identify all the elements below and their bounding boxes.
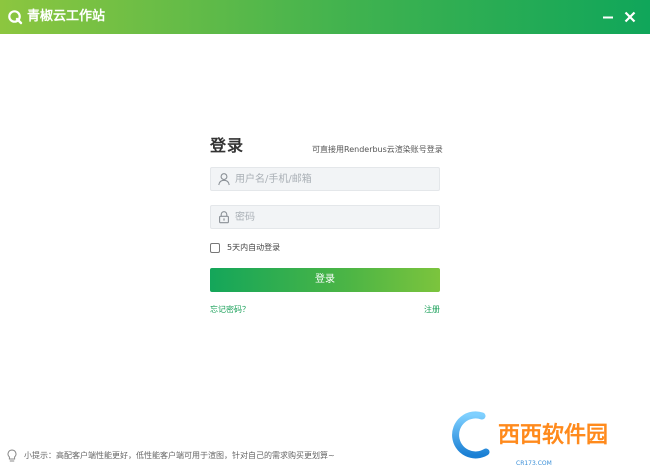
login-title: 登录: [210, 136, 245, 155]
username-input[interactable]: [235, 168, 435, 190]
close-icon[interactable]: [620, 7, 640, 27]
title-bar[interactable]: 青椒云工作站: [0, 0, 650, 34]
window-title: 青椒云工作站: [27, 9, 106, 24]
password-input[interactable]: [235, 206, 435, 228]
watermark-subtext: CR173.COM: [516, 460, 552, 467]
app-logo-icon: [8, 10, 23, 25]
watermark-text: 西西软件园: [498, 422, 608, 448]
register-link[interactable]: 注册: [424, 304, 440, 316]
footer-tip: 小提示：高配客户端性能更好，低性能客户端可用于渲图，针对自己的需求购买更划算~: [6, 449, 335, 463]
username-field[interactable]: [210, 167, 440, 191]
watermark-logo: 西西软件园: [452, 411, 609, 459]
auto-login-checkbox[interactable]: [210, 243, 220, 253]
auto-login-label: 5天内自动登录: [227, 243, 281, 252]
login-button[interactable]: 登录: [210, 268, 440, 292]
user-icon: [218, 173, 230, 186]
lock-icon: [219, 211, 229, 224]
renderbus-login-link[interactable]: 可直接用Renderbus云渲染账号登录: [312, 144, 443, 156]
tip-text: 小提示：高配客户端性能更好，低性能客户端可用于渲图，针对自己的需求购买更划算~: [24, 451, 335, 460]
lightbulb-icon: [7, 449, 17, 462]
forgot-password-link[interactable]: 忘记密码？: [210, 304, 250, 316]
password-field[interactable]: [210, 205, 440, 229]
auto-login-option[interactable]: 5天内自动登录: [210, 242, 280, 254]
minimize-icon[interactable]: [598, 7, 618, 27]
